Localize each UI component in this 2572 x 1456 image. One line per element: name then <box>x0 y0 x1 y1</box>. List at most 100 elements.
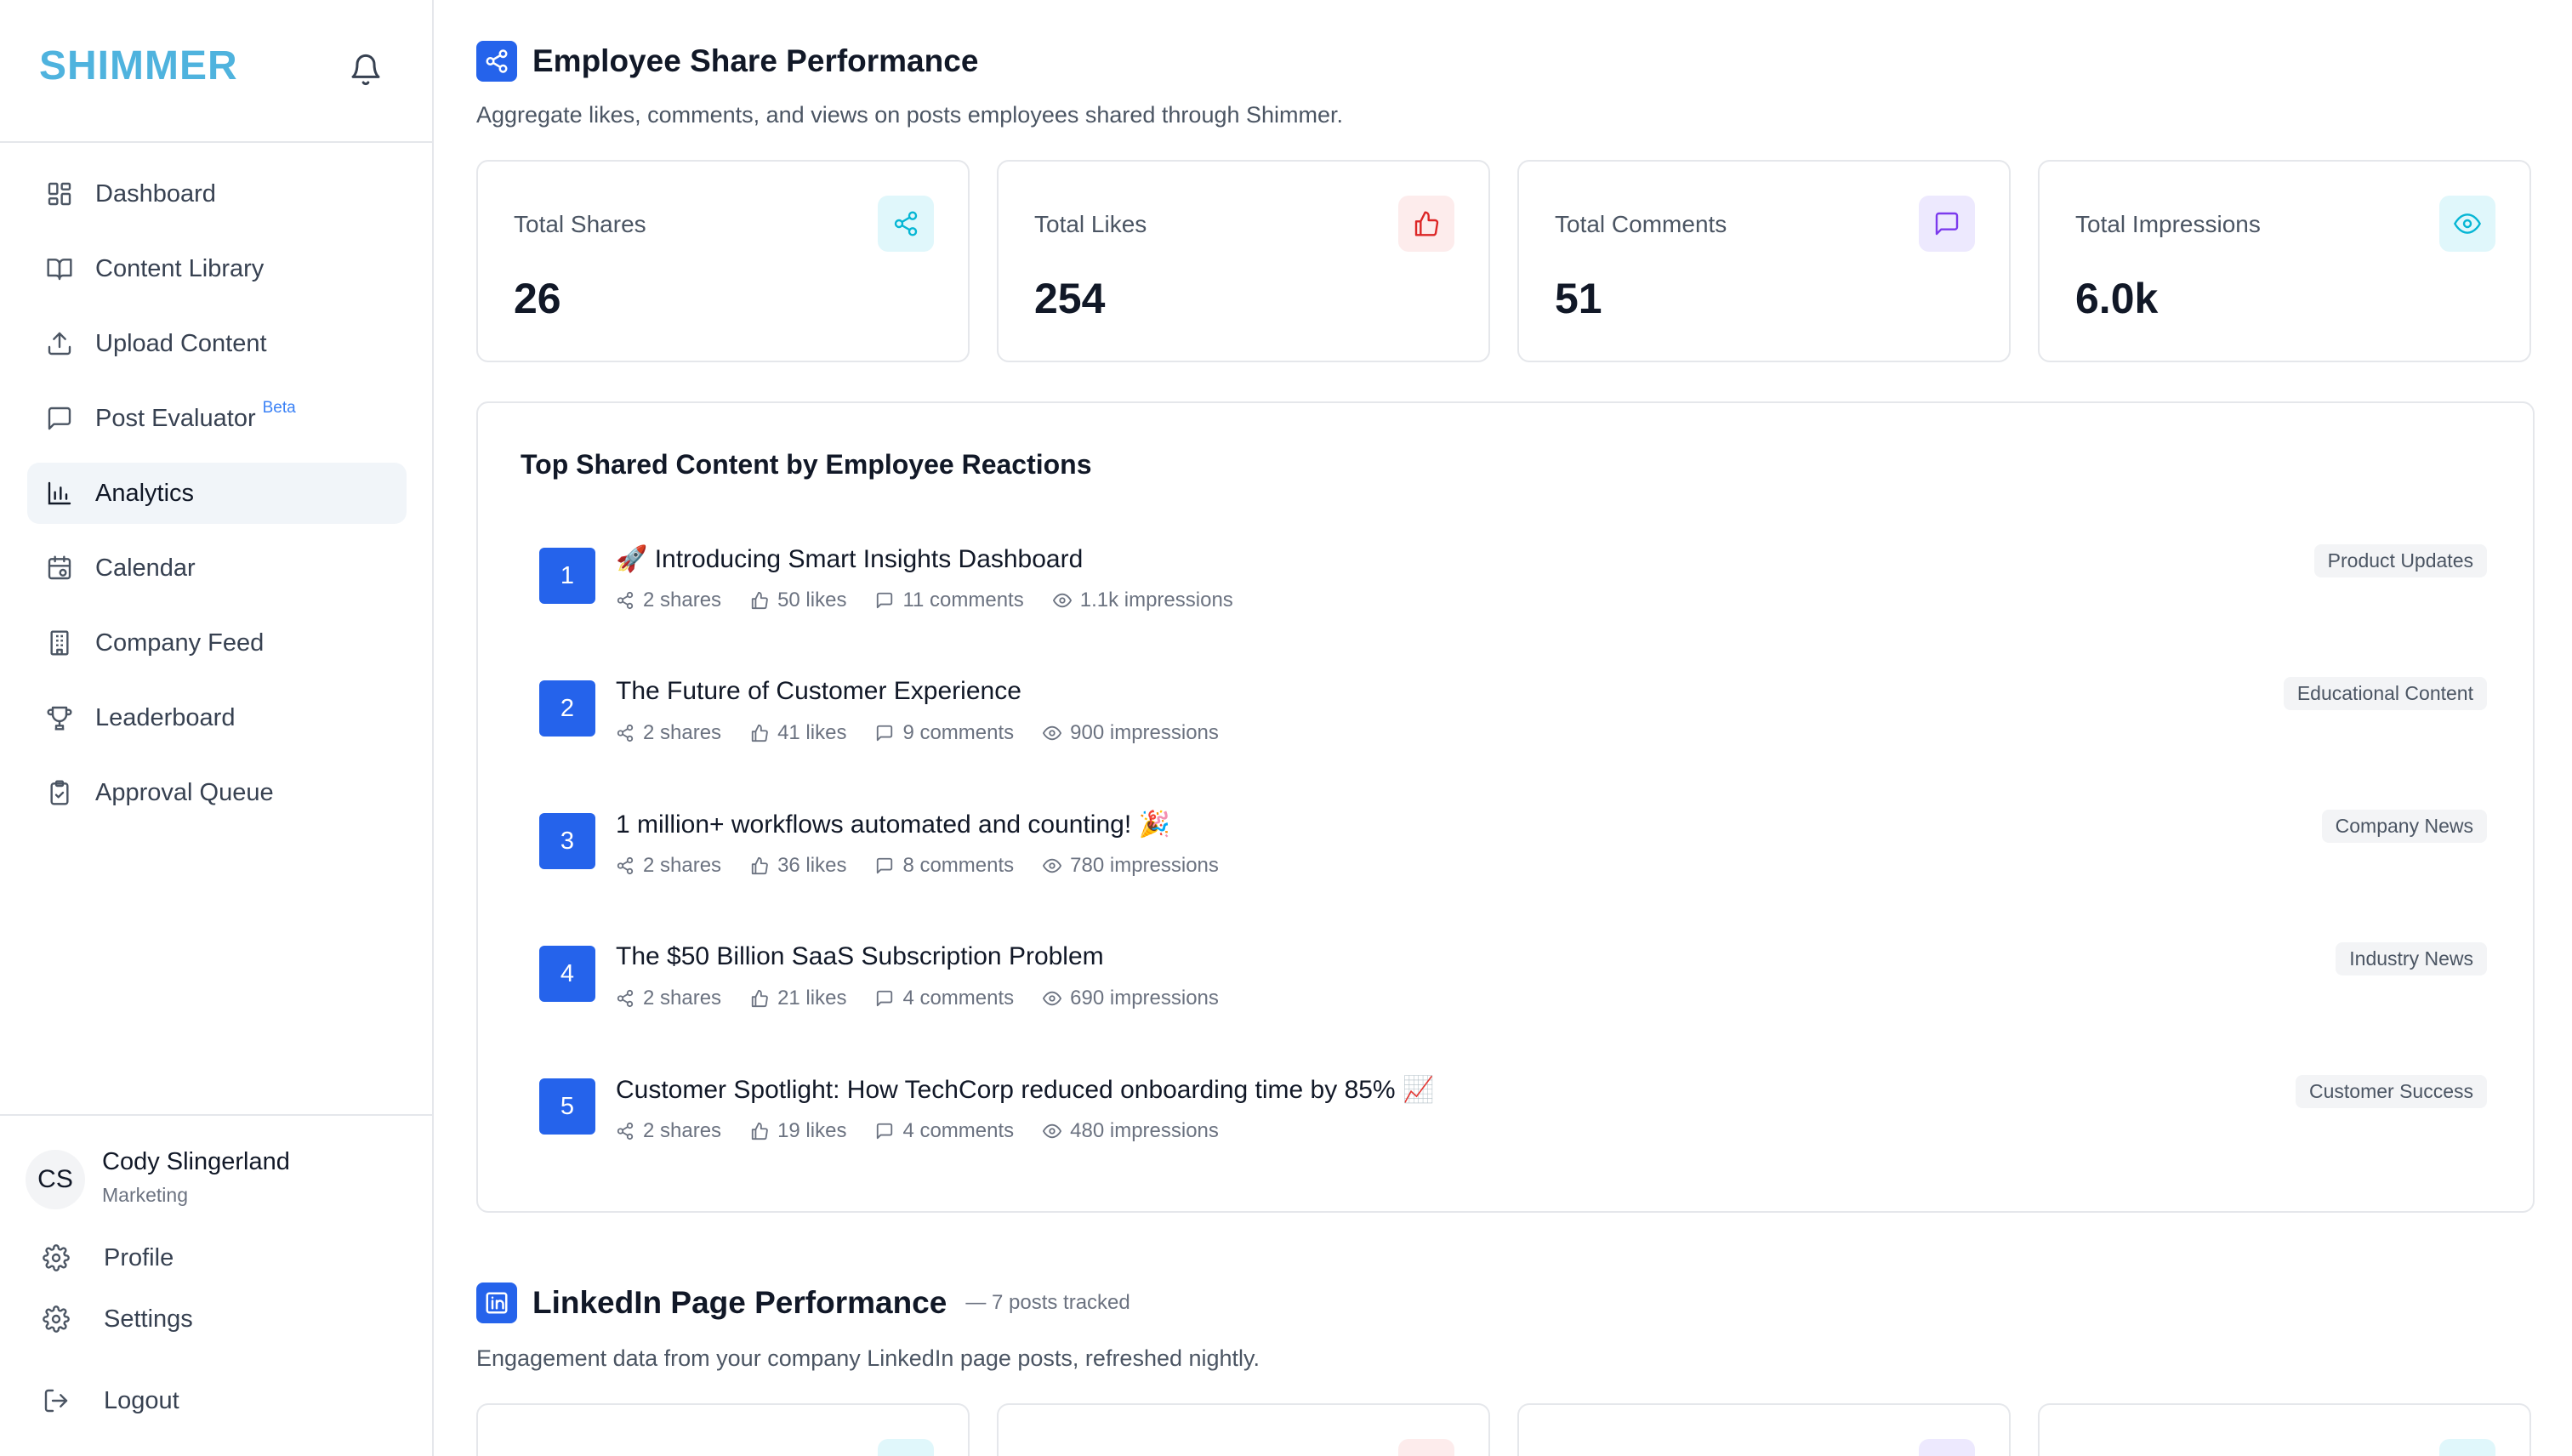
impressions-metric: 690 impressions <box>1043 987 1219 1010</box>
avatar[interactable]: CS <box>26 1150 85 1209</box>
sidebar-item-analytics[interactable]: Analytics <box>27 463 407 524</box>
comment-icon <box>1919 1439 1975 1456</box>
book-icon <box>47 259 72 281</box>
comments-metric: 4 comments <box>875 1119 1014 1143</box>
calendar-icon <box>48 555 71 580</box>
shares-count: 2 shares <box>643 1119 722 1142</box>
list-item[interactable]: 4 The $50 Billion SaaS Subscription Prob… <box>539 942 2487 1056</box>
linkedin-section-header: LinkedIn Page Performance — 7 posts trac… <box>476 1283 1130 1323</box>
list-item[interactable]: 3 1 million+ workflows automated and cou… <box>539 810 2487 924</box>
rank-badge: 4 <box>539 946 595 1002</box>
beta-badge: Beta <box>262 399 296 417</box>
sidebar-item-post-evaluator[interactable]: Post Evaluator Beta <box>27 388 407 449</box>
thumbs-up-icon <box>1398 1439 1454 1456</box>
impressions-count: 480 impressions <box>1070 1119 1219 1142</box>
list-item[interactable]: 1 🚀 Introducing Smart Insights Dashboard… <box>539 544 2487 658</box>
stat-card-total-likes: Total Likes 254 <box>997 160 1490 362</box>
bar-chart-icon <box>48 481 71 505</box>
category-tag: Product Updates <box>2313 544 2487 577</box>
sidebar: SHIMMER Dashboard Content Library Upload… <box>0 0 434 1456</box>
logout-label: Logout <box>104 1386 179 1414</box>
user-role: Marketing <box>102 1184 188 1206</box>
eye-icon <box>2439 196 2495 252</box>
sidebar-item-approval-queue[interactable]: Approval Queue <box>27 762 407 823</box>
eye-icon <box>1043 991 1062 1006</box>
post-title[interactable]: Customer Spotlight: How TechCorp reduced… <box>616 1075 1434 1105</box>
linkedin-icon <box>476 1283 517 1323</box>
thumbs-up-icon <box>751 989 768 1008</box>
impressions-metric: 780 impressions <box>1043 854 1219 878</box>
list-item[interactable]: 5 Customer Spotlight: How TechCorp reduc… <box>539 1075 2487 1189</box>
category-tag: Industry News <box>2336 942 2487 975</box>
sidebar-item-label: Company Feed <box>95 628 265 657</box>
category-tag: Company News <box>2321 810 2487 843</box>
brand-logo[interactable]: SHIMMER <box>39 43 238 89</box>
shares-metric: 2 shares <box>616 721 721 745</box>
post-title[interactable]: 1 million+ workflows automated and count… <box>616 810 1170 839</box>
trophy-icon <box>47 706 72 731</box>
comment-icon <box>877 592 893 609</box>
logout-button[interactable]: Logout <box>43 1379 179 1422</box>
thumbs-up-icon <box>751 856 768 875</box>
sidebar-item-content-library[interactable]: Content Library <box>27 238 407 299</box>
thumbs-up-icon <box>751 591 768 610</box>
share-icon <box>617 724 634 742</box>
rank-badge: 1 <box>539 548 595 604</box>
sidebar-nav: Dashboard Content Library Upload Content… <box>27 163 407 837</box>
share-icon <box>878 1439 934 1456</box>
post-title[interactable]: The $50 Billion SaaS Subscription Proble… <box>616 942 1104 971</box>
eye-icon <box>1052 593 1072 608</box>
impressions-metric: 900 impressions <box>1043 721 1219 745</box>
likes-metric: 21 likes <box>750 987 846 1010</box>
profile-link[interactable]: Profile <box>43 1237 174 1279</box>
share-icon <box>617 989 634 1008</box>
comments-metric: 9 comments <box>875 721 1014 745</box>
gear-icon <box>43 1244 70 1271</box>
sidebar-item-label: Leaderboard <box>95 703 236 731</box>
category-tag: Educational Content <box>2283 677 2487 710</box>
shares-count: 2 shares <box>643 721 722 744</box>
stat-card <box>2038 1403 2531 1456</box>
stat-value: 51 <box>1555 275 1602 322</box>
comments-count: 11 comments <box>902 589 1024 611</box>
sidebar-item-company-feed[interactable]: Company Feed <box>27 612 407 674</box>
settings-link[interactable]: Settings <box>43 1298 193 1340</box>
bell-icon[interactable] <box>349 53 383 87</box>
clipboard-icon <box>50 780 69 805</box>
stat-label: Total Shares <box>514 211 646 237</box>
sidebar-item-leaderboard[interactable]: Leaderboard <box>27 687 407 748</box>
sidebar-item-label: Post Evaluator <box>95 404 256 432</box>
impressions-metric: 480 impressions <box>1043 1119 1219 1143</box>
post-title[interactable]: The Future of Customer Experience <box>616 677 1021 706</box>
shares-metric: 2 shares <box>616 987 721 1010</box>
stat-card-total-impressions: Total Impressions 6.0k <box>2038 160 2531 362</box>
post-title[interactable]: 🚀 Introducing Smart Insights Dashboard <box>616 544 1083 574</box>
category-tag: Customer Success <box>2295 1075 2487 1108</box>
comments-metric: 11 comments <box>875 589 1024 612</box>
stat-card <box>476 1403 970 1456</box>
stat-label: Total Likes <box>1034 211 1147 237</box>
sidebar-item-label: Content Library <box>95 254 265 282</box>
post-metrics: 2 shares 21 likes 4 comments 690 impress… <box>616 987 1248 1010</box>
sidebar-item-upload-content[interactable]: Upload Content <box>27 313 407 374</box>
list-item[interactable]: 2 The Future of Customer Experience 2 sh… <box>539 677 2487 791</box>
impressions-count: 1.1k impressions <box>1079 589 1233 611</box>
stat-card-total-shares: Total Shares 26 <box>476 160 970 362</box>
likes-count: 19 likes <box>777 1119 847 1142</box>
employee-section-header: Employee Share Performance <box>476 41 978 82</box>
share-icon <box>617 856 634 875</box>
comment-icon <box>1919 196 1975 252</box>
rank-badge: 3 <box>539 813 595 869</box>
comments-count: 9 comments <box>902 721 1015 744</box>
thumbs-up-icon <box>751 724 768 742</box>
post-metrics: 2 shares 50 likes 11 comments 1.1k impre… <box>616 589 1262 612</box>
shares-metric: 2 shares <box>616 854 721 878</box>
share-icon <box>617 591 634 610</box>
sidebar-item-label: Upload Content <box>95 329 267 357</box>
likes-count: 41 likes <box>777 721 847 744</box>
comment-icon <box>877 857 893 874</box>
sidebar-item-dashboard[interactable]: Dashboard <box>27 163 407 225</box>
card-title: Top Shared Content by Employee Reactions <box>521 449 1092 480</box>
sidebar-item-calendar[interactable]: Calendar <box>27 537 407 599</box>
share-icon <box>476 41 517 82</box>
